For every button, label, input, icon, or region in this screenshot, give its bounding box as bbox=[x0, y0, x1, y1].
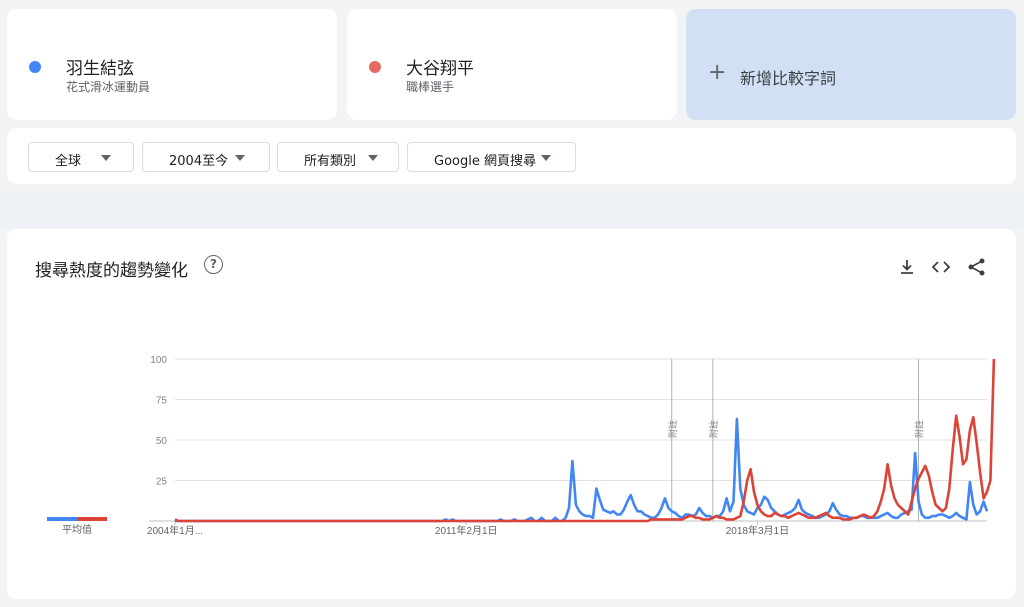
series-line-1 bbox=[175, 417, 989, 523]
interest-over-time-card: 搜尋熱度的趨勢變化 ? 平均值 100 75 50 25 附註 附註 附註 2004年1月… bbox=[7, 229, 1016, 599]
time-filter[interactable]: 2004至今 bbox=[142, 142, 270, 172]
caret-down-icon bbox=[541, 155, 551, 161]
annotation-label: 附註 bbox=[913, 420, 924, 438]
add-comparison-button[interactable]: + 新增比較字詞 bbox=[686, 9, 1016, 120]
property-filter[interactable]: Google 網頁搜尋 bbox=[407, 142, 576, 172]
term-name: 羽生結弦 bbox=[66, 59, 134, 79]
plus-icon: + bbox=[708, 60, 727, 85]
term-card-2[interactable]: 大谷翔平 職棒選手 bbox=[347, 9, 677, 120]
term-card-1[interactable]: 羽生結弦 花式滑冰運動員 bbox=[7, 9, 337, 120]
annotation-label: 附註 bbox=[667, 420, 678, 438]
y-tick-label: 100 bbox=[150, 355, 167, 366]
add-comparison-label: 新增比較字詞 bbox=[740, 69, 837, 88]
annotation-label: 附註 bbox=[708, 420, 719, 438]
average-bars bbox=[47, 517, 107, 521]
y-tick-label: 25 bbox=[156, 477, 168, 488]
y-axis-ticks: 100 75 50 25 bbox=[150, 355, 167, 488]
x-tick-label: 2004年1月... bbox=[147, 524, 203, 537]
interest-chart: 平均值 100 75 50 25 附註 附註 附註 2004年1月... 2011年2月1日… bbox=[47, 355, 996, 537]
average-label: 平均值 bbox=[62, 523, 92, 536]
property-filter-label: Google 網頁搜尋 bbox=[434, 154, 536, 169]
caret-down-icon bbox=[368, 155, 378, 161]
time-filter-label: 2004至今 bbox=[169, 154, 229, 169]
y-tick-label: 75 bbox=[156, 396, 168, 407]
filter-bar: 全球 2004至今 所有類別 Google 網頁搜尋 bbox=[7, 128, 1016, 184]
y-tick-label: 50 bbox=[156, 436, 168, 447]
section-divider bbox=[0, 192, 1024, 228]
x-tick-label: 2018年3月1日 bbox=[726, 524, 789, 537]
term-name: 大谷翔平 bbox=[406, 59, 474, 79]
x-tick-label: 2011年2月1日 bbox=[435, 524, 498, 537]
category-filter[interactable]: 所有類別 bbox=[277, 142, 399, 172]
caret-down-icon bbox=[101, 155, 111, 161]
average-bar-1 bbox=[47, 517, 77, 521]
x-axis-ticks: 2004年1月... 2011年2月1日 2018年3月1日 bbox=[147, 521, 789, 537]
category-filter-label: 所有類別 bbox=[304, 154, 357, 169]
region-filter[interactable]: 全球 bbox=[28, 142, 134, 172]
series-color-dot bbox=[369, 61, 381, 73]
region-filter-label: 全球 bbox=[55, 154, 82, 169]
term-category: 花式滑冰運動員 bbox=[66, 80, 151, 94]
gridlines bbox=[149, 358, 987, 522]
term-category: 職棒選手 bbox=[406, 80, 455, 94]
series-color-dot bbox=[29, 61, 41, 73]
caret-down-icon bbox=[235, 155, 245, 161]
average-bar-2 bbox=[77, 517, 107, 521]
